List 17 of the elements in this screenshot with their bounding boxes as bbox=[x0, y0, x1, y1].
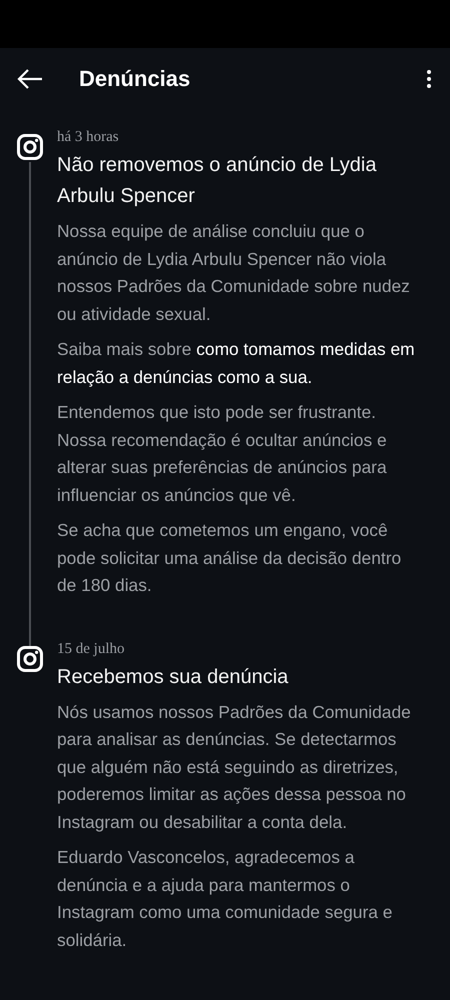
event-title: Recebemos sua denúncia bbox=[57, 664, 290, 690]
paragraph: Se acha que cometemos um engano, você pode solicitar uma análise da decisão dentro de 180 dias. bbox=[57, 519, 402, 597]
link[interactable]: relação a denúncias como a sua. bbox=[57, 366, 312, 386]
event-date: 15 de julho bbox=[57, 640, 126, 658]
paragraph: Saiba mais sobre como tomamos medidas em relação a denúncias como a sua. bbox=[57, 338, 416, 389]
camera-icon bbox=[17, 646, 43, 672]
event-title: Não removemos o anúncio de Lydia Arbulu Spencer bbox=[57, 153, 378, 209]
camera-icon bbox=[17, 134, 43, 160]
link[interactable]: como tomamos medidas em bbox=[196, 339, 415, 359]
back-button[interactable] bbox=[17, 69, 43, 89]
paragraph: Nós usamos nossos Padrões da Comunidade para analisar as denúncias. Se detectarmos que alguém não está seguindo as diretrizes, poderemos limitar as ações dessa pessoa no Instagram ou desabilitar a conta dela. bbox=[57, 700, 412, 834]
event-date: há 3 horas bbox=[57, 128, 120, 147]
more-options-button[interactable] bbox=[426, 69, 432, 89]
page-title: Denúncias bbox=[79, 66, 192, 92]
paragraph: Entendemos que isto pode ser frustrante. Nossa recomendação é ocultar anúncios e alterar suas preferências de anúncios para influenciar os anúncios que vê. bbox=[57, 401, 388, 507]
paragraph: Nossa equipe de análise concluiu que o anúncio de Lydia Arbulu Spencer não viola nossos Padrões da Comunidade sobre nudez ou atividade sexual. bbox=[57, 220, 411, 326]
paragraph: Eduardo Vasconcelos, agradecemos a denúncia e a ajuda para mantermos o Instagram como uma comunidade segura e solidária. bbox=[57, 846, 394, 952]
